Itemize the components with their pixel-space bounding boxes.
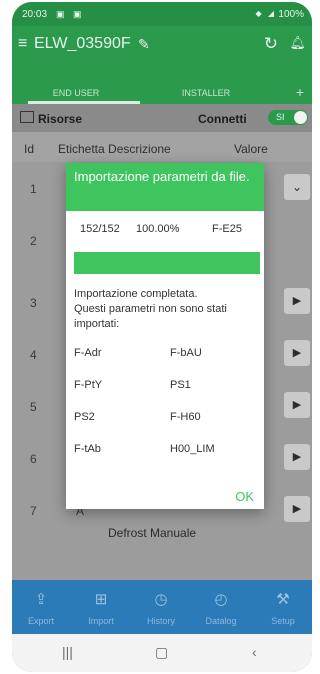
row-id: 1 bbox=[30, 182, 37, 196]
bell-icon[interactable]: 🔔︎ bbox=[289, 35, 306, 51]
param-name: F-bAU bbox=[170, 347, 202, 359]
back-icon[interactable]: ‹ bbox=[252, 644, 257, 660]
row-id: 2 bbox=[30, 234, 37, 248]
progress-bar-fill bbox=[74, 252, 260, 274]
tab-bar: END USER INSTALLER + bbox=[12, 64, 312, 104]
progress-bar bbox=[74, 252, 260, 274]
param-name: F-PtY bbox=[74, 379, 103, 391]
nav-export[interactable]: ⇪ Export bbox=[12, 580, 70, 634]
history-icon: ◷ bbox=[154, 591, 168, 608]
signal-icon: ◆ ◢ bbox=[255, 9, 276, 18]
nav-history[interactable]: ◷ History bbox=[132, 580, 190, 634]
play-icon[interactable]: ▶ bbox=[284, 392, 310, 418]
column-id: Id bbox=[24, 142, 35, 156]
nav-label: Export bbox=[27, 616, 54, 626]
nav-label: Setup bbox=[271, 616, 295, 626]
import-dialog: Importazione parametri da file. 152/152 … bbox=[66, 163, 264, 509]
progress-percent: 100.00% bbox=[136, 223, 180, 235]
menu-icon[interactable]: ≡ bbox=[18, 36, 27, 52]
dialog-header: Importazione parametri da file. bbox=[66, 163, 264, 211]
import-icon: ⊞ bbox=[94, 591, 108, 608]
connect-label: Connetti bbox=[198, 112, 247, 126]
dialog-message: Importazione completata. Questi parametr… bbox=[74, 287, 260, 332]
param-name: PS1 bbox=[170, 379, 191, 391]
export-icon: ⇪ bbox=[34, 591, 48, 608]
toggle-label: SI bbox=[276, 112, 285, 122]
status-time: 20:03 bbox=[22, 9, 48, 20]
row-id: 4 bbox=[30, 348, 37, 362]
row-id: 3 bbox=[30, 296, 37, 310]
edit-pencil-icon[interactable]: ✎ bbox=[138, 36, 150, 53]
ok-button[interactable]: OK bbox=[235, 489, 254, 504]
table-header: Id Etichetta Descrizione Valore bbox=[12, 132, 312, 162]
nav-import[interactable]: ⊞ Import bbox=[72, 580, 130, 634]
nav-setup[interactable]: ⚒ Setup bbox=[254, 580, 312, 634]
status-bar: 20:03 ▣ ▣ ◆ ◢ 100% bbox=[12, 2, 312, 26]
system-nav-bar: ||| ▢ ‹ bbox=[12, 634, 312, 672]
play-icon[interactable]: ▶ bbox=[284, 340, 310, 366]
bottom-nav: ⇪ Export ⊞ Import ◷ History ◴ Datalog ⚒ … bbox=[12, 580, 312, 634]
progress-code: F-E25 bbox=[212, 223, 242, 235]
param-name: H00_LIM bbox=[170, 443, 215, 455]
row-description: Defrost Manuale bbox=[108, 526, 197, 540]
refresh-icon[interactable]: ↻ bbox=[264, 34, 278, 54]
param-name: F-tAb bbox=[74, 443, 101, 455]
tab-installer[interactable]: INSTALLER bbox=[158, 88, 254, 98]
resources-label[interactable]: Risorse bbox=[38, 112, 82, 126]
chevron-down-icon[interactable]: ⌄ bbox=[284, 174, 310, 200]
play-icon[interactable]: ▶ bbox=[284, 496, 310, 522]
nav-datalog[interactable]: ◴ Datalog bbox=[192, 580, 250, 634]
nav-label: History bbox=[146, 616, 175, 626]
dialog-title: Importazione parametri da file. bbox=[74, 169, 250, 184]
tools-icon: ⚒ bbox=[276, 591, 290, 608]
column-value: Valore bbox=[234, 142, 268, 156]
nav-label: Import bbox=[88, 616, 114, 626]
notification-icons: ▣ ▣ bbox=[56, 9, 85, 19]
progress-count: 152/152 bbox=[80, 223, 120, 235]
message-line: Importazione completata. bbox=[74, 288, 198, 300]
toggle-knob bbox=[294, 111, 307, 124]
row-id: 6 bbox=[30, 452, 37, 466]
connect-toggle[interactable]: SI bbox=[268, 110, 308, 125]
tab-end-user[interactable]: END USER bbox=[12, 88, 140, 98]
param-name: F-H60 bbox=[170, 411, 201, 423]
battery-level: 100% bbox=[278, 9, 304, 20]
row-id: 7 bbox=[30, 504, 37, 518]
recent-apps-icon[interactable]: ||| bbox=[62, 644, 73, 660]
app-bar: ≡ ELW_03590F ✎ ↻ 🔔︎ bbox=[12, 26, 312, 64]
page-title: ELW_03590F bbox=[34, 35, 131, 52]
resources-icon[interactable] bbox=[20, 111, 34, 123]
column-label: Etichetta Descrizione bbox=[58, 142, 171, 156]
play-icon[interactable]: ▶ bbox=[284, 288, 310, 314]
row-id: 5 bbox=[30, 400, 37, 414]
param-name: F-Adr bbox=[74, 347, 102, 359]
resources-bar: Risorse Connetti SI bbox=[12, 104, 312, 132]
message-line: importati: bbox=[74, 318, 120, 330]
add-icon[interactable]: + bbox=[296, 84, 304, 100]
phone-frame: 20:03 ▣ ▣ ◆ ◢ 100% ≡ ELW_03590F ✎ ↻ 🔔︎ E… bbox=[0, 0, 313, 674]
param-name: PS2 bbox=[74, 411, 95, 423]
message-line: Questi parametri non sono stati bbox=[74, 303, 227, 315]
home-icon[interactable]: ▢ bbox=[155, 644, 168, 661]
timer-icon: ◴ bbox=[214, 591, 228, 608]
play-icon[interactable]: ▶ bbox=[284, 444, 310, 470]
nav-label: Datalog bbox=[205, 616, 237, 626]
